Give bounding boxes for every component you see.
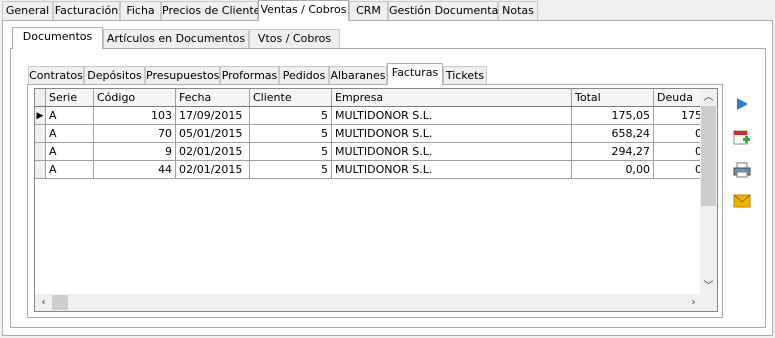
- horizontal-scrollbar[interactable]: ‹ ›: [35, 294, 702, 311]
- tab-presupuestos[interactable]: Presupuestos: [145, 66, 220, 85]
- email-button[interactable]: [731, 191, 753, 211]
- tab-documentos[interactable]: Documentos: [12, 27, 103, 49]
- cell-codigo: 44: [93, 160, 176, 179]
- top-tab-strip: General Facturación Ficha Precios de Cli…: [0, 0, 775, 21]
- table-row[interactable]: A 44 02/01/2015 5 MULTIDONOR S.L. 0,00 0: [35, 160, 706, 179]
- cell-empresa: MULTIDONOR S.L.: [331, 106, 572, 125]
- play-icon: [737, 98, 748, 110]
- row-indicator: [35, 160, 46, 179]
- scroll-up-icon[interactable]: ︿: [700, 89, 717, 106]
- row-indicator: [35, 124, 46, 143]
- cell-deuda: 0: [653, 124, 706, 143]
- cell-fecha: 05/01/2015: [175, 124, 250, 143]
- col-header-empresa[interactable]: Empresa: [331, 89, 572, 107]
- col-header-deuda[interactable]: Deuda: [653, 89, 706, 107]
- tab-ficha[interactable]: Ficha: [120, 1, 161, 20]
- play-button[interactable]: [731, 94, 753, 114]
- horizontal-scroll-thumb[interactable]: [52, 295, 68, 310]
- vertical-scrollbar[interactable]: ︿ ﹀: [700, 89, 717, 295]
- cell-total: 658,24: [571, 124, 654, 143]
- cell-codigo: 103: [93, 106, 176, 125]
- cell-codigo: 9: [93, 142, 176, 161]
- cell-fecha: 02/01/2015: [175, 160, 250, 179]
- cell-empresa: MULTIDONOR S.L.: [331, 124, 572, 143]
- cell-cliente: 5: [249, 160, 332, 179]
- tab-notas[interactable]: Notas: [498, 1, 538, 20]
- col-header-serie[interactable]: Serie: [45, 89, 94, 107]
- tab-albaranes[interactable]: Albaranes: [329, 66, 387, 85]
- cell-cliente: 5: [249, 106, 332, 125]
- vertical-scroll-thumb[interactable]: [701, 106, 716, 206]
- print-button[interactable]: [731, 160, 753, 180]
- cell-serie: A: [45, 106, 94, 125]
- scroll-down-icon[interactable]: ﹀: [700, 278, 717, 295]
- row-indicator: [35, 142, 46, 161]
- table-header-row: Serie Código Fecha Cliente Empresa Total…: [35, 89, 706, 107]
- tab-depositos[interactable]: Depósitos: [84, 66, 145, 85]
- cell-deuda: 0: [653, 142, 706, 161]
- cell-empresa: MULTIDONOR S.L.: [331, 160, 572, 179]
- scroll-left-icon[interactable]: ‹: [35, 294, 52, 311]
- table-row[interactable]: ▶ A 103 17/09/2015 5 MULTIDONOR S.L. 175…: [35, 106, 706, 125]
- cell-deuda: 0: [653, 160, 706, 179]
- table-row[interactable]: A 70 05/01/2015 5 MULTIDONOR S.L. 658,24…: [35, 124, 706, 143]
- col-header-fecha[interactable]: Fecha: [175, 89, 250, 107]
- cell-fecha: 17/09/2015: [175, 106, 250, 125]
- cell-empresa: MULTIDONOR S.L.: [331, 142, 572, 161]
- cell-serie: A: [45, 124, 94, 143]
- col-header-codigo[interactable]: Código: [93, 89, 176, 107]
- row-indicator-header: [35, 89, 46, 107]
- facturas-grid[interactable]: Serie Código Fecha Cliente Empresa Total…: [34, 88, 718, 312]
- cell-cliente: 5: [249, 124, 332, 143]
- tab-pedidos[interactable]: Pedidos: [279, 66, 329, 85]
- tab-gestion-documental[interactable]: Gestión Documental: [388, 1, 501, 20]
- scrollbar-corner: [700, 294, 717, 311]
- new-document-button[interactable]: [731, 128, 753, 148]
- tab-crm[interactable]: CRM: [349, 1, 388, 20]
- tab-tickets[interactable]: Tickets: [443, 66, 487, 85]
- tab-general[interactable]: General: [2, 1, 53, 20]
- printer-icon: [733, 162, 751, 178]
- cell-total: 175,05: [571, 106, 654, 125]
- cell-total: 0,00: [571, 160, 654, 179]
- cell-deuda: 175: [653, 106, 706, 125]
- tab-facturacion[interactable]: Facturación: [53, 1, 120, 20]
- facturas-table: Serie Código Fecha Cliente Empresa Total…: [35, 89, 706, 179]
- email-icon: [733, 194, 751, 208]
- tab-ventas-cobros[interactable]: Ventas / Cobros: [258, 0, 349, 21]
- cell-serie: A: [45, 142, 94, 161]
- tab-contratos[interactable]: Contratos: [28, 66, 84, 85]
- cell-total: 294,27: [571, 142, 654, 161]
- tab-precios-cliente[interactable]: Precios de Cliente: [161, 1, 260, 20]
- tab-proformas[interactable]: Proformas: [220, 66, 279, 85]
- col-header-cliente[interactable]: Cliente: [249, 89, 332, 107]
- current-row-indicator-icon: ▶: [35, 106, 46, 125]
- tab-facturas[interactable]: Facturas: [387, 63, 443, 85]
- cell-codigo: 70: [93, 124, 176, 143]
- cell-cliente: 5: [249, 142, 332, 161]
- tab-vtos-cobros[interactable]: Vtos / Cobros: [249, 29, 340, 48]
- tab-articulos-documentos[interactable]: Artículos en Documentos: [103, 29, 249, 48]
- calendar-add-icon: [733, 130, 750, 145]
- col-header-total[interactable]: Total: [571, 89, 654, 107]
- cell-fecha: 02/01/2015: [175, 142, 250, 161]
- table-row[interactable]: A 9 02/01/2015 5 MULTIDONOR S.L. 294,27 …: [35, 142, 706, 161]
- cell-serie: A: [45, 160, 94, 179]
